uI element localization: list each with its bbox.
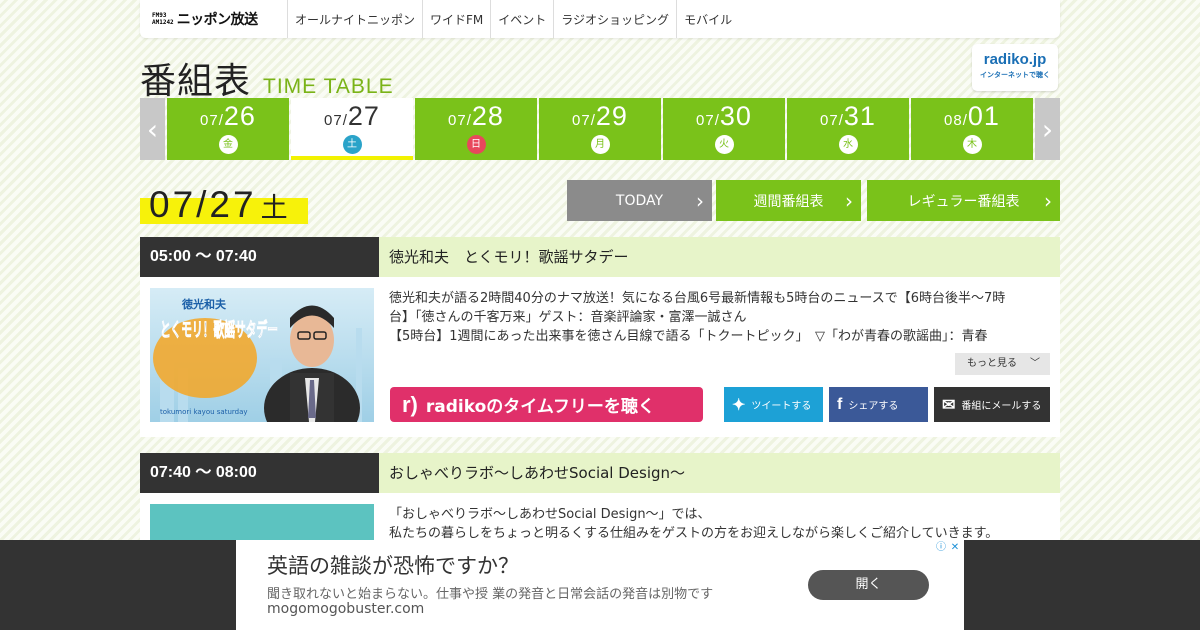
nav-item-mobile[interactable]: モバイル (677, 0, 739, 38)
current-dow: 土 (260, 193, 288, 223)
ad-banner[interactable]: ⓘ ✕ 英語の雑談が恐怖ですか？ 聞き取れないと始まらない。仕事や授 業の発音と… (236, 540, 964, 630)
date-day: 29 (595, 101, 628, 131)
page-title-ja: 番組表 (140, 61, 252, 102)
ad-headline: 英語の雑談が恐怖ですか？ (267, 554, 519, 578)
date-tab-0801[interactable]: 08/01 木 (911, 98, 1033, 160)
date-month: 07/ (820, 112, 844, 129)
current-date: 07/27 (149, 184, 257, 225)
page-title: 番組表 TIME TABLE (140, 52, 394, 104)
thumbnail-top-text: 徳光和夫 (181, 297, 227, 311)
chevron-right-icon: › (845, 189, 853, 213)
facebook-share-button[interactable]: f シェアする (829, 387, 928, 422)
date-month: 08/ (944, 112, 968, 129)
envelope-icon: ✉ (942, 396, 956, 414)
ad-info-icon[interactable]: ⓘ (934, 541, 948, 555)
date-tab-0730[interactable]: 07/30 火 (663, 98, 785, 160)
date-day: 28 (471, 101, 504, 131)
weekly-button-label: 週間番組表 (753, 193, 824, 210)
radiko-badge-sub: インターネットで聴く (980, 71, 1050, 79)
date-month: 07/ (324, 112, 348, 129)
program-desc-line: 「おしゃべりラボ～しあわせSocial Design～」では、 (389, 507, 711, 522)
date-tab-0729[interactable]: 07/29 月 (539, 98, 661, 160)
radiko-timefree-label: radikoのタイムフリーを聴く (425, 397, 655, 417)
site-logo[interactable]: FM93 AM1242 ニッポン放送 (140, 0, 288, 38)
regular-button-label: レギュラー番組表 (907, 193, 1020, 210)
logo-name: ニッポン放送 (176, 12, 259, 28)
read-more-button[interactable]: もっと見る ﹀ (955, 353, 1050, 375)
program-block: 05:00 ～ 07:40 徳光和夫 とくモリ！歌謡サタデー 徳光和夫 とくモリ… (140, 237, 1060, 437)
date-dow-badge: 水 (838, 135, 858, 154)
program-thumbnail-image: 徳光和夫 とくモリ！歌謡サタデー tokumori kayou saturday (150, 288, 374, 422)
nav-item-radio-shopping[interactable]: ラジオショッピング (554, 0, 678, 38)
date-day: 01 (967, 101, 1000, 131)
nav-item-allnightnippon[interactable]: オールナイトニッポン (288, 0, 424, 38)
program-title[interactable]: 徳光和夫 とくモリ！歌謡サタデー (389, 237, 629, 277)
date-tab-0726[interactable]: 07/26 金 (167, 98, 289, 160)
nav-item-event[interactable]: イベント (491, 0, 555, 38)
facebook-f-icon: f (837, 395, 843, 413)
mail-label: 番組にメールする (961, 401, 1042, 412)
tweet-button[interactable]: ✦ ツイートする (724, 387, 823, 422)
radiko-logo-icon: r) (402, 391, 418, 417)
program-desc-line: 台】「徳さんの千客万来」ゲスト：音楽評論家・富澤一誠さん (389, 310, 747, 325)
date-dow-badge: 日 (466, 135, 486, 154)
date-day: 26 (223, 101, 256, 131)
radiko-link-badge[interactable]: radiko.jp インターネットで聴く (972, 44, 1058, 91)
date-month: 07/ (696, 112, 720, 129)
program-block: 07:40 ～ 08:00 おしゃべりラボ～しあわせSocial Design～… (140, 453, 1060, 630)
program-description: 徳光和夫が語る2時間40分のナマ放送！気になる台風6号最新情報も5時台のニュース… (389, 289, 1051, 346)
ad-subtext: 聞き取れないと始まらない。仕事や授 業の発音と日常会話の発音は別物です (267, 587, 714, 602)
read-more-label: もっと見る (967, 358, 1017, 369)
date-month: 07/ (200, 112, 224, 129)
date-day: 27 (347, 101, 380, 131)
today-button-label: TODAY (615, 192, 664, 209)
date-day: 30 (719, 101, 752, 131)
ad-open-button[interactable]: 開く (808, 570, 929, 600)
program-description: 「おしゃべりラボ～しあわせSocial Design～」では、 私たちの暮らしを… (389, 505, 1051, 543)
date-dow-badge: 木 (962, 135, 982, 154)
date-day: 31 (843, 101, 876, 131)
chevron-right-icon: › (1044, 189, 1052, 213)
twitter-bird-icon: ✦ (732, 396, 746, 414)
program-desc-line: 徳光和夫が語る2時間40分のナマ放送！気になる台風6号最新情報も5時台のニュース… (389, 291, 1006, 306)
date-month: 07/ (572, 112, 596, 129)
thumbnail-title-text: とくモリ！歌謡サタデー (160, 318, 278, 341)
date-tab-0728[interactable]: 07/28 日 (415, 98, 537, 160)
ad-close-icon[interactable]: ✕ (948, 541, 962, 555)
program-time: 07:40 ～ 08:00 (140, 453, 379, 493)
weekly-schedule-button[interactable]: 週間番組表 › (716, 180, 861, 221)
date-dow-badge: 火 (714, 135, 734, 154)
ad-url: mogomogobuster.com (267, 601, 425, 617)
program-desc-line: 【5時台】1週間にあった出来事を徳さん目線で語る「トクートピック」 ▽「わが青春… (389, 329, 988, 344)
ad-controls: ⓘ ✕ (934, 541, 962, 555)
program-thumbnail[interactable]: 徳光和夫 とくモリ！歌謡サタデー tokumori kayou saturday (150, 288, 374, 422)
mail-program-button[interactable]: ✉ 番組にメールする (934, 387, 1050, 422)
thumbnail-sub-text: tokumori kayou saturday (160, 408, 248, 416)
top-navigation: FM93 AM1242 ニッポン放送 オールナイトニッポン ワイドFM イベント… (140, 0, 1060, 38)
share-label: シェアする (848, 401, 899, 412)
logo-frequency: FM93 AM1242 (152, 12, 174, 26)
date-tab-0727[interactable]: 07/27 土 (291, 98, 413, 160)
radiko-timefree-button[interactable]: r) radikoのタイムフリーを聴く (390, 387, 703, 422)
radiko-badge-label: radiko.jp (983, 51, 1047, 68)
prev-week-arrow-icon[interactable]: ‹ (140, 98, 165, 160)
chevron-right-icon: › (696, 189, 704, 213)
page-title-en: TIME TABLE (263, 75, 394, 98)
current-date-heading: 07/27 土 (140, 184, 308, 226)
date-month: 07/ (448, 112, 472, 129)
regular-schedule-button[interactable]: レギュラー番組表 › (867, 180, 1060, 221)
date-dow-badge: 月 (590, 135, 610, 154)
tweet-label: ツイートする (751, 401, 812, 412)
date-tab-0731[interactable]: 07/31 水 (787, 98, 909, 160)
program-time: 05:00 ～ 07:40 (140, 237, 379, 277)
date-dow-badge: 金 (218, 135, 238, 154)
next-week-arrow-icon[interactable]: › (1035, 98, 1060, 160)
nav-item-widefm[interactable]: ワイドFM (423, 0, 492, 38)
today-button[interactable]: TODAY › (567, 180, 712, 221)
date-dow-badge: 土 (342, 135, 362, 154)
chevron-down-icon: ﹀ (1030, 358, 1040, 369)
date-tab-bar: ‹ 07/26 金 07/27 土 07/28 日 07/29 月 07/30 … (140, 98, 1060, 160)
program-title[interactable]: おしゃべりラボ～しあわせSocial Design～ (389, 453, 685, 493)
